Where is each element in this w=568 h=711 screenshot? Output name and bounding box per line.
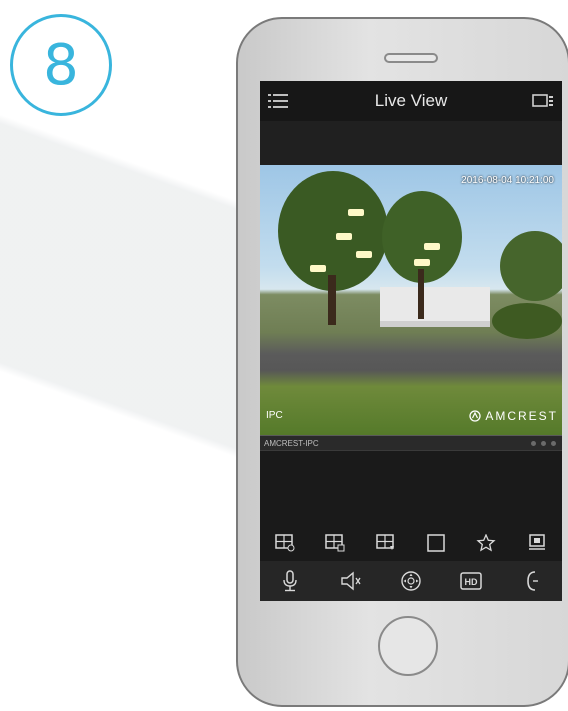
video-building [380, 287, 490, 327]
home-button[interactable] [378, 616, 438, 676]
phone-speaker [384, 53, 438, 63]
phone-frame: Live View 2016-08-04 10:21:00 IPC AMCRES… [236, 17, 568, 707]
status-dots [531, 441, 556, 446]
light-glare [424, 243, 440, 250]
light-glare [336, 233, 352, 240]
channel-label: IPC [266, 410, 283, 421]
speaker-icon [340, 571, 361, 591]
single-view-button[interactable] [423, 530, 449, 556]
device-name-bar: AMCREST-IPC [260, 435, 562, 451]
brand-text: AMCREST [485, 409, 558, 423]
ptz-icon [401, 571, 421, 591]
record-button[interactable] [524, 530, 550, 556]
device-list-icon[interactable] [532, 93, 554, 109]
status-dot [531, 441, 536, 446]
split-1-button[interactable] [272, 530, 298, 556]
split-4-button[interactable] [322, 530, 348, 556]
single-view-icon [427, 534, 445, 552]
sub-bar [260, 121, 562, 165]
brand-watermark: AMCREST [469, 409, 558, 423]
record-icon [528, 534, 545, 550]
light-glare [356, 251, 372, 258]
title-bar: Live View [260, 81, 562, 121]
brand-logo-icon [469, 410, 481, 422]
live-video-feed[interactable]: 2016-08-04 10:21:00 IPC AMCREST [260, 165, 562, 435]
hd-label: HD [465, 577, 478, 587]
split-9-button[interactable] [373, 530, 399, 556]
favorite-button[interactable] [473, 530, 499, 556]
favorite-icon [476, 534, 497, 552]
hd-icon: HD [460, 572, 483, 590]
device-name: AMCREST-IPC [264, 439, 319, 448]
control-toolbar: HD [260, 561, 562, 601]
more-icon [526, 571, 538, 591]
page-title: Live View [374, 91, 448, 110]
video-tree-trunk [418, 269, 424, 319]
video-bush [492, 303, 562, 339]
light-glare [348, 209, 364, 216]
video-timestamp: 2016-08-04 10:21:00 [461, 175, 554, 186]
ptz-button[interactable] [398, 568, 424, 594]
status-dot [551, 441, 556, 446]
phone-screen: Live View 2016-08-04 10:21:00 IPC AMCRES… [260, 81, 562, 601]
split-4-icon [325, 534, 345, 552]
hd-button[interactable]: HD [458, 568, 484, 594]
light-glare [310, 265, 326, 272]
step-number-badge: 8 [10, 14, 112, 116]
layout-toolbar [260, 529, 562, 557]
more-button[interactable] [519, 568, 545, 594]
step-number: 8 [43, 32, 79, 98]
audio-button[interactable] [338, 568, 364, 594]
light-glare [414, 259, 430, 266]
talk-button[interactable] [277, 568, 303, 594]
microphone-icon [283, 570, 297, 592]
video-tree [278, 171, 388, 291]
split-9-icon [376, 534, 394, 550]
video-tree-trunk [328, 275, 336, 325]
split-1-icon [275, 534, 295, 552]
menu-list-icon[interactable] [268, 93, 288, 109]
status-dot [541, 441, 546, 446]
video-tree [500, 231, 562, 301]
